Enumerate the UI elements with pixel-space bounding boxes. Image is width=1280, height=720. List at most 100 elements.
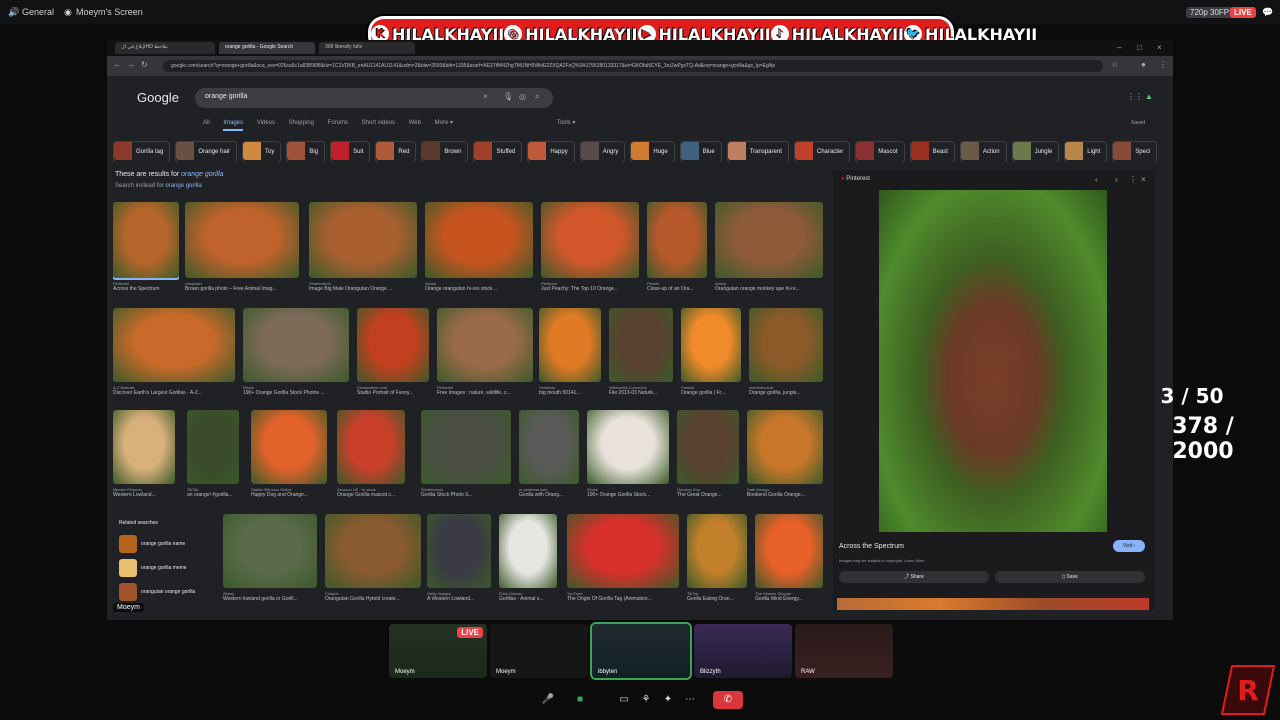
profile-icon[interactable]: ● <box>1141 60 1146 69</box>
result-caption[interactable]: 190+ Orange Gorilla Stock... <box>587 492 669 498</box>
result-caption[interactable]: Gorilla Eating Oran... <box>687 596 747 602</box>
screen-share-icon[interactable]: ▭ <box>615 691 633 709</box>
search-box[interactable]: orange gorilla × 🎙 ◎ ⌕ <box>195 88 553 108</box>
filter-chip[interactable]: Brown <box>421 141 469 162</box>
result-thumbnail[interactable] <box>113 202 179 278</box>
image-result[interactable]: Houston Zoo The Great Orange... <box>677 410 739 498</box>
result-caption[interactable]: The Origin Of Gorilla Tag (Animation... <box>567 596 679 602</box>
result-caption[interactable]: Free Images : nature, wildlife, z... <box>437 390 533 396</box>
result-thumbnail[interactable] <box>519 410 579 484</box>
result-caption[interactable]: Orange gorilla, jungle... <box>749 390 823 396</box>
result-caption[interactable]: an orange! #gorilla... <box>187 492 239 498</box>
filter-chip[interactable]: Happy <box>527 141 575 162</box>
related-item[interactable]: orange gorilla meme <box>113 556 215 580</box>
search-input[interactable]: orange gorilla <box>205 93 247 100</box>
result-caption[interactable]: Brown gorilla photo – Free Animal Imag..… <box>185 286 299 292</box>
participant-tile-speaking[interactable]: ibbyten <box>592 624 690 678</box>
result-thumbnail[interactable] <box>715 202 823 278</box>
image-result[interactable]: Alamy Orangutan orange monkey ape hi-re..… <box>715 202 823 292</box>
tab-videos[interactable]: Videos <box>257 120 275 126</box>
result-caption[interactable]: Image Big Male Orangutan Orange ... <box>309 286 417 292</box>
filter-chip[interactable]: Toy <box>242 141 282 162</box>
filter-chip[interactable]: Light <box>1064 141 1108 162</box>
tab-short-videos[interactable]: Short videos <box>362 120 395 126</box>
back-icon[interactable]: ← <box>113 60 121 69</box>
filter-chip[interactable]: Blue <box>679 141 722 162</box>
star-icon[interactable]: ☆ <box>1111 60 1118 69</box>
more-icon[interactable]: ⋮ <box>1129 175 1137 184</box>
result-thumbnail[interactable] <box>325 514 421 588</box>
result-caption[interactable]: Orange Gorilla mascot c... <box>337 492 405 498</box>
filter-chip[interactable]: Huge <box>630 141 675 162</box>
filter-chip[interactable]: Transparent <box>726 141 789 162</box>
browser-tab-2[interactable]: orange gorilla - Google Search <box>219 42 315 54</box>
result-caption[interactable]: Orangutan orange monkey ape hi-re... <box>715 286 823 292</box>
result-thumbnail[interactable] <box>749 308 823 382</box>
tab-images[interactable]: Images <box>223 120 244 131</box>
tab-all[interactable]: All <box>203 120 210 126</box>
browser-tab-1[interactable]: لإبلاغ في الHD ملاحظ <box>115 42 215 54</box>
browser-tab-3[interactable]: 308 liberally fulls <box>319 42 415 54</box>
result-thumbnail[interactable] <box>113 410 175 484</box>
maximize-icon[interactable]: □ <box>1137 43 1142 52</box>
result-thumbnail[interactable] <box>425 202 533 278</box>
filter-chip[interactable]: Speci <box>1112 141 1158 162</box>
result-caption[interactable]: Orange orangutan hi-res stock ... <box>425 286 533 292</box>
filter-chip[interactable]: Action <box>959 141 1007 162</box>
filter-chip[interactable]: Mascot <box>855 141 905 162</box>
share-button[interactable]: ⤴ Share <box>839 571 989 583</box>
result-thumbnail[interactable] <box>421 410 511 484</box>
result-caption[interactable]: Western Lowland... <box>113 492 175 498</box>
result-thumbnail[interactable] <box>251 410 327 484</box>
related-item[interactable]: orangutan orange gorilla <box>113 580 215 604</box>
result-caption[interactable]: Gorilla Stock Photo S... <box>421 492 511 498</box>
apps-grid-icon[interactable]: ⋮⋮ <box>1127 92 1143 101</box>
tab-shopping[interactable]: Shopping <box>289 120 314 126</box>
result-thumbnail[interactable] <box>755 514 823 588</box>
result-caption[interactable]: The Great Orange... <box>677 492 739 498</box>
filter-chip[interactable]: Red <box>375 141 417 162</box>
result-caption[interactable]: A Western Lowland... <box>427 596 491 602</box>
filter-chip[interactable]: Big <box>286 141 326 162</box>
reload-icon[interactable]: ↻ <box>141 60 148 69</box>
image-result[interactable]: Freepik Orange gorilla | Fr... <box>681 308 741 396</box>
filter-chip[interactable]: Jungle <box>1011 141 1060 162</box>
image-result[interactable]: Getty Images A Western Lowland... <box>427 514 491 602</box>
result-thumbnail[interactable] <box>687 514 747 588</box>
result-thumbnail[interactable] <box>647 202 707 278</box>
search-instead[interactable]: Search instead for orange gorilla <box>115 183 202 189</box>
account-icon[interactable]: ▲ <box>1145 92 1153 101</box>
clear-icon[interactable]: × <box>483 92 488 101</box>
filter-chip[interactable]: Suit <box>330 141 371 162</box>
result-thumbnail[interactable] <box>587 410 669 484</box>
participant-tile[interactable]: Blizzyth <box>694 624 792 678</box>
image-result[interactable]: Shutterstock Gorilla Stock Photo S... <box>421 410 511 498</box>
close-panel-icon[interactable]: × <box>1141 175 1146 184</box>
result-caption[interactable]: Gorilla Mind Energy... <box>755 596 823 602</box>
result-thumbnail[interactable] <box>113 308 235 382</box>
save-button[interactable]: ▯ Save <box>995 571 1145 583</box>
filter-chip[interactable]: Angry <box>579 141 626 162</box>
image-result[interactable]: Vecteezy big mouth 50141... <box>539 308 601 396</box>
result-caption[interactable]: Across the Spectrum <box>113 286 179 292</box>
url-field[interactable]: google.com/search?q=orange+gorilla&sca_e… <box>163 60 1103 72</box>
participant-tile[interactable]: RAW <box>795 624 893 678</box>
close-icon[interactable]: × <box>1157 43 1162 52</box>
image-result[interactable]: Minden Pictures Western Lowland... <box>113 410 175 498</box>
google-logo[interactable]: Google <box>137 90 179 105</box>
lens-icon[interactable]: ◎ <box>519 92 526 101</box>
image-result[interactable]: Eddy Maroso Gorillas - Animal s... <box>499 514 557 602</box>
image-result[interactable]: Unsplash Brown gorilla photo – Free Anima… <box>185 202 299 292</box>
tab-more[interactable]: More ▾ <box>435 120 453 126</box>
visit-button[interactable]: Visit › <box>1113 540 1145 552</box>
result-caption[interactable]: big mouth 50141... <box>539 390 601 396</box>
filter-chip[interactable]: Stuffed <box>473 141 523 162</box>
result-caption[interactable]: Gorillas - Animal s... <box>499 596 557 602</box>
result-thumbnail[interactable] <box>747 410 823 484</box>
image-result[interactable]: Pinterest Across the Spectrum <box>113 202 179 292</box>
search-icon[interactable]: ⌕ <box>535 92 539 102</box>
result-caption[interactable]: Close-up of an Ora... <box>647 286 707 292</box>
image-result[interactable]: Alamy Western lowland gorilla or Gorill..… <box>223 514 317 602</box>
image-result[interactable]: Craiyon Orangutan Gorilla Hybrid create..… <box>325 514 421 602</box>
image-result[interactable]: A-Z Animals Discover Earth's Largest Gori… <box>113 308 235 396</box>
